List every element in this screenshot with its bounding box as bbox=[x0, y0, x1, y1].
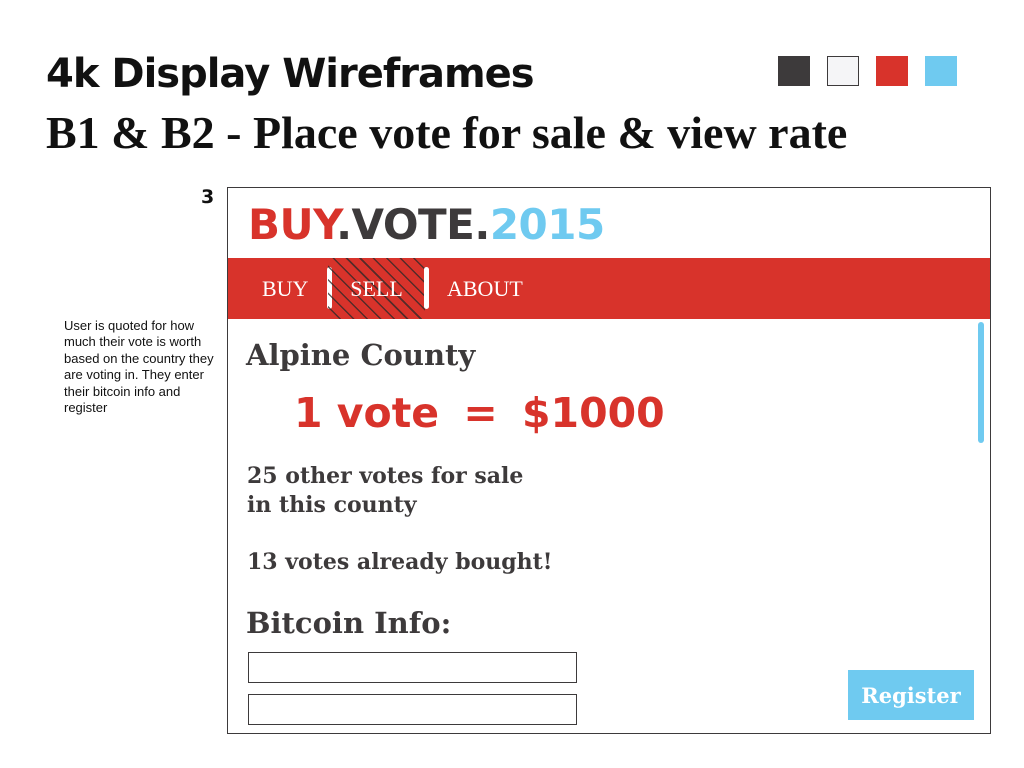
nav-item-about[interactable]: ABOUT bbox=[447, 258, 523, 319]
annotation-note: User is quoted for how much their vote i… bbox=[64, 318, 214, 416]
nav-item-sell[interactable]: SELL bbox=[328, 258, 425, 319]
vote-rate: 1 vote = $1000 bbox=[294, 389, 665, 437]
register-button[interactable]: Register bbox=[848, 670, 974, 720]
bitcoin-info-label: Bitcoin Info: bbox=[246, 606, 452, 640]
color-swatch-red bbox=[876, 56, 908, 86]
county-name: Alpine County bbox=[246, 338, 476, 372]
votes-for-sale-text: 25 other votes for sale in this county bbox=[247, 462, 523, 520]
color-swatch-blue bbox=[925, 56, 957, 86]
bitcoin-field-1[interactable] bbox=[248, 652, 577, 683]
nav-item-buy[interactable]: BUY bbox=[262, 258, 308, 319]
logo-dot: . bbox=[474, 200, 490, 249]
app-logo[interactable]: BUY.VOTE.2015 bbox=[248, 200, 605, 250]
color-swatch-dark bbox=[778, 56, 810, 86]
rate-price: $1000 bbox=[522, 389, 665, 437]
rate-votes: 1 vote bbox=[294, 389, 440, 437]
nav-divider bbox=[424, 267, 429, 309]
color-palette bbox=[778, 56, 957, 86]
logo-year: 2015 bbox=[489, 200, 605, 249]
logo-buy: BUY bbox=[248, 200, 337, 249]
rate-equals: = bbox=[463, 389, 498, 437]
color-swatch-white bbox=[827, 56, 859, 86]
bitcoin-field-2[interactable] bbox=[248, 694, 577, 725]
votes-bought-text: 13 votes already bought! bbox=[247, 549, 553, 575]
wireframe-screen: BUY.VOTE.2015 BUY SELL ABOUT Alpine Coun… bbox=[227, 187, 991, 734]
votes-for-sale-line: in this county bbox=[247, 492, 417, 518]
nav-bar: BUY SELL ABOUT bbox=[228, 258, 990, 319]
screen-number: 3 bbox=[201, 186, 215, 208]
page-title: 4k Display Wireframes bbox=[46, 51, 535, 97]
votes-for-sale-line: 25 other votes for sale bbox=[247, 463, 524, 489]
scrollbar[interactable] bbox=[978, 322, 984, 443]
page-subtitle: B1 & B2 - Place vote for sale & view rat… bbox=[46, 107, 848, 158]
logo-dot: . bbox=[336, 200, 352, 249]
logo-vote: VOTE bbox=[351, 200, 475, 249]
